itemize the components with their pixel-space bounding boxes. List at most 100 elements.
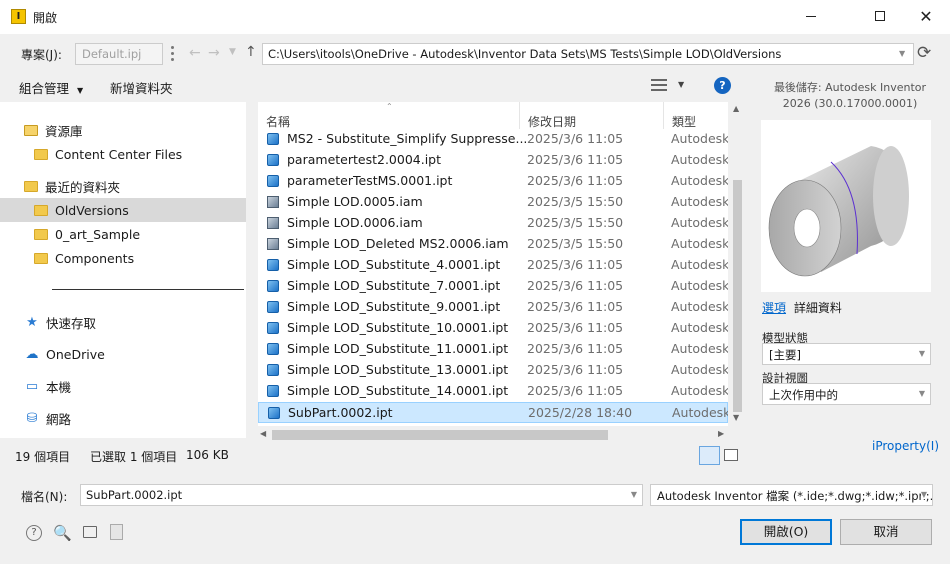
up-arrow-icon[interactable]: ↑ (245, 44, 257, 60)
file-row[interactable]: Simple LOD_Deleted MS2.0006.iam 2025/3/5 … (258, 234, 728, 255)
nav-item-[interactable]: ▭ 本機 (0, 374, 246, 398)
file-row[interactable]: MS2 - Substitute_Simplify Suppresse... 20… (258, 129, 728, 150)
tab-details[interactable]: 詳細資料 (794, 301, 842, 315)
file-row[interactable]: Simple LOD_Substitute_9.0001.ipt 2025/3/6… (258, 297, 728, 318)
chevron-down-icon: ▼ (77, 86, 84, 95)
file-row[interactable]: Simple LOD_Substitute_14.0001.ipt 2025/3/… (258, 381, 728, 402)
vertical-scrollbar[interactable]: ▲ ▼ (730, 102, 745, 426)
file-type-filter[interactable]: Autodesk Inventor 檔案 (*.ide;*.dwg;*.idw;… (650, 484, 933, 506)
scrollbar-thumb[interactable] (733, 180, 742, 412)
nav-item-oldversions[interactable]: OldVersions (0, 198, 246, 222)
file-date: 2025/2/28 18:40 (528, 405, 633, 420)
nav-item-[interactable]: ⛁ 網路 (0, 406, 246, 430)
folder-icon (34, 204, 48, 216)
nav-separator (52, 289, 244, 290)
computer-icon: ▭ (25, 378, 39, 394)
refresh-icon[interactable]: ⟳ (917, 43, 931, 63)
part-file-icon (267, 175, 279, 187)
help-question-icon[interactable]: ? (26, 525, 42, 541)
organize-menu[interactable]: 組合管理 ▼ (19, 78, 83, 97)
part-file-icon (267, 364, 279, 376)
file-type: Autodesk (671, 194, 728, 209)
network-icon: ⛁ (26, 410, 38, 426)
file-date: 2025/3/6 11:05 (527, 383, 624, 398)
column-header-name[interactable]: 名稱 (258, 102, 520, 129)
file-name: Simple LOD.0005.iam (287, 194, 423, 209)
scroll-right-icon[interactable]: ▶ (718, 429, 724, 438)
cloud-icon: ☁ (25, 346, 39, 362)
nav-item-[interactable]: 資源庫 (0, 118, 246, 142)
nav-item-[interactable]: 最近的資料夾 (0, 174, 246, 198)
nav-item-0-art-sample[interactable]: 0_art_Sample (0, 222, 246, 246)
model-state-value: [主要] (769, 348, 801, 362)
nav-item-[interactable]: ★ 快速存取 (0, 310, 246, 334)
model-state-dropdown[interactable]: [主要] ▼ (762, 343, 931, 365)
search-icon[interactable]: 🔍 (53, 524, 72, 542)
navigation-pane: 資源庫 Content Center Files 最近的資料夾 OldVersions… (0, 102, 246, 438)
file-type: Autodesk (671, 131, 728, 146)
design-view-dropdown[interactable]: 上次作用中的 ▼ (762, 383, 931, 405)
filename-label: 檔名(N): (21, 490, 68, 504)
file-date: 2025/3/6 11:05 (527, 173, 624, 188)
file-row[interactable]: Simple LOD_Substitute_10.0001.ipt 2025/3/… (258, 318, 728, 339)
project-folder-icon[interactable] (83, 526, 97, 538)
nav-item-components[interactable]: Components (0, 246, 246, 270)
file-name: parameterTestMS.0001.ipt (287, 173, 453, 188)
file-row[interactable]: parameterTestMS.0001.ipt 2025/3/6 11:05 Au… (258, 171, 728, 192)
horizontal-scrollbar[interactable]: ◀ ▶ (258, 426, 730, 443)
view-dropdown-icon[interactable]: ▼ (678, 80, 684, 89)
recent-dropdown-icon[interactable]: ▼ (229, 47, 236, 57)
project-dropdown[interactable]: Default.ipj (75, 43, 163, 65)
chevron-down-icon: ▼ (920, 490, 927, 499)
help-icon[interactable]: ? (714, 77, 731, 94)
file-type: Autodesk (671, 341, 728, 356)
file-row[interactable]: Simple LOD_Substitute_4.0001.ipt 2025/3/6… (258, 255, 728, 276)
scroll-up-icon[interactable]: ▲ (733, 104, 739, 113)
details-view-icon[interactable] (699, 446, 720, 465)
address-dropdown-icon[interactable]: ▼ (899, 49, 905, 58)
file-row[interactable]: Simple LOD_Substitute_7.0001.ipt 2025/3/6… (258, 276, 728, 297)
file-row[interactable]: Simple LOD.0006.iam 2025/3/5 15:50 Autodes… (258, 213, 728, 234)
thumbnail-view-icon[interactable] (724, 449, 738, 461)
file-name: Simple LOD_Substitute_4.0001.ipt (287, 257, 501, 272)
scroll-down-icon[interactable]: ▼ (733, 413, 739, 422)
bottom-panel (0, 467, 950, 564)
file-type: Autodesk (671, 257, 728, 272)
inventor-app-icon: I (11, 9, 26, 24)
nav-item-content-center-files[interactable]: Content Center Files (0, 142, 246, 166)
column-header-date[interactable]: 修改日期 (520, 102, 664, 129)
cancel-button[interactable]: 取消 (840, 519, 932, 545)
star-icon: ★ (26, 314, 38, 330)
filename-input[interactable]: SubPart.0002.ipt ▼ (80, 484, 643, 506)
file-row[interactable]: Simple LOD_Substitute_11.0001.ipt 2025/3/… (258, 339, 728, 360)
back-arrow-icon[interactable]: ← (189, 45, 201, 61)
forward-arrow-icon[interactable]: → (208, 45, 220, 61)
maximize-button[interactable] (857, 0, 903, 32)
hscroll-thumb[interactable] (272, 430, 608, 440)
document-icon[interactable] (110, 524, 123, 540)
column-header-type[interactable]: 類型 (664, 102, 728, 129)
new-folder-button[interactable]: 新增資料夾 (110, 78, 173, 97)
file-row[interactable]: Simple LOD.0005.iam 2025/3/5 15:50 Autodes… (258, 192, 728, 213)
file-date: 2025/3/6 11:05 (527, 131, 624, 146)
open-button[interactable]: 開啟(O) (740, 519, 832, 545)
nav-item-onedrive[interactable]: ☁ OneDrive (0, 342, 246, 366)
view-options-icon[interactable] (651, 79, 667, 91)
file-list: ⌃ 名稱 修改日期 類型 MS2 - Substitute_Simplify S… (258, 102, 728, 438)
maximize-icon (875, 11, 885, 21)
nav-item-label: 資源庫 (45, 123, 83, 139)
file-row[interactable]: Simple LOD_Substitute_13.0001.ipt 2025/3/… (258, 360, 728, 381)
file-row[interactable]: SubPart.0002.ipt 2025/2/28 18:40 Autodesk (258, 402, 728, 423)
file-row[interactable]: parametertest2.0004.ipt 2025/3/6 11:05 Aut… (258, 150, 728, 171)
preview-thumbnail (761, 120, 931, 292)
minimize-button[interactable] (788, 0, 834, 32)
more-options-icon[interactable] (169, 44, 175, 62)
scroll-left-icon[interactable]: ◀ (260, 429, 266, 438)
file-name: Simple LOD_Deleted MS2.0006.iam (287, 236, 509, 251)
address-bar[interactable]: C:\Users\itools\OneDrive - Autodesk\Inve… (262, 43, 914, 65)
close-button[interactable]: ✕ (903, 0, 949, 32)
tab-options[interactable]: 選項 (762, 301, 786, 315)
preview-tabs: 選項 詳細資料 (762, 299, 842, 316)
file-date: 2025/3/6 11:05 (527, 278, 624, 293)
iproperty-link[interactable]: iProperty(I) (872, 439, 939, 453)
